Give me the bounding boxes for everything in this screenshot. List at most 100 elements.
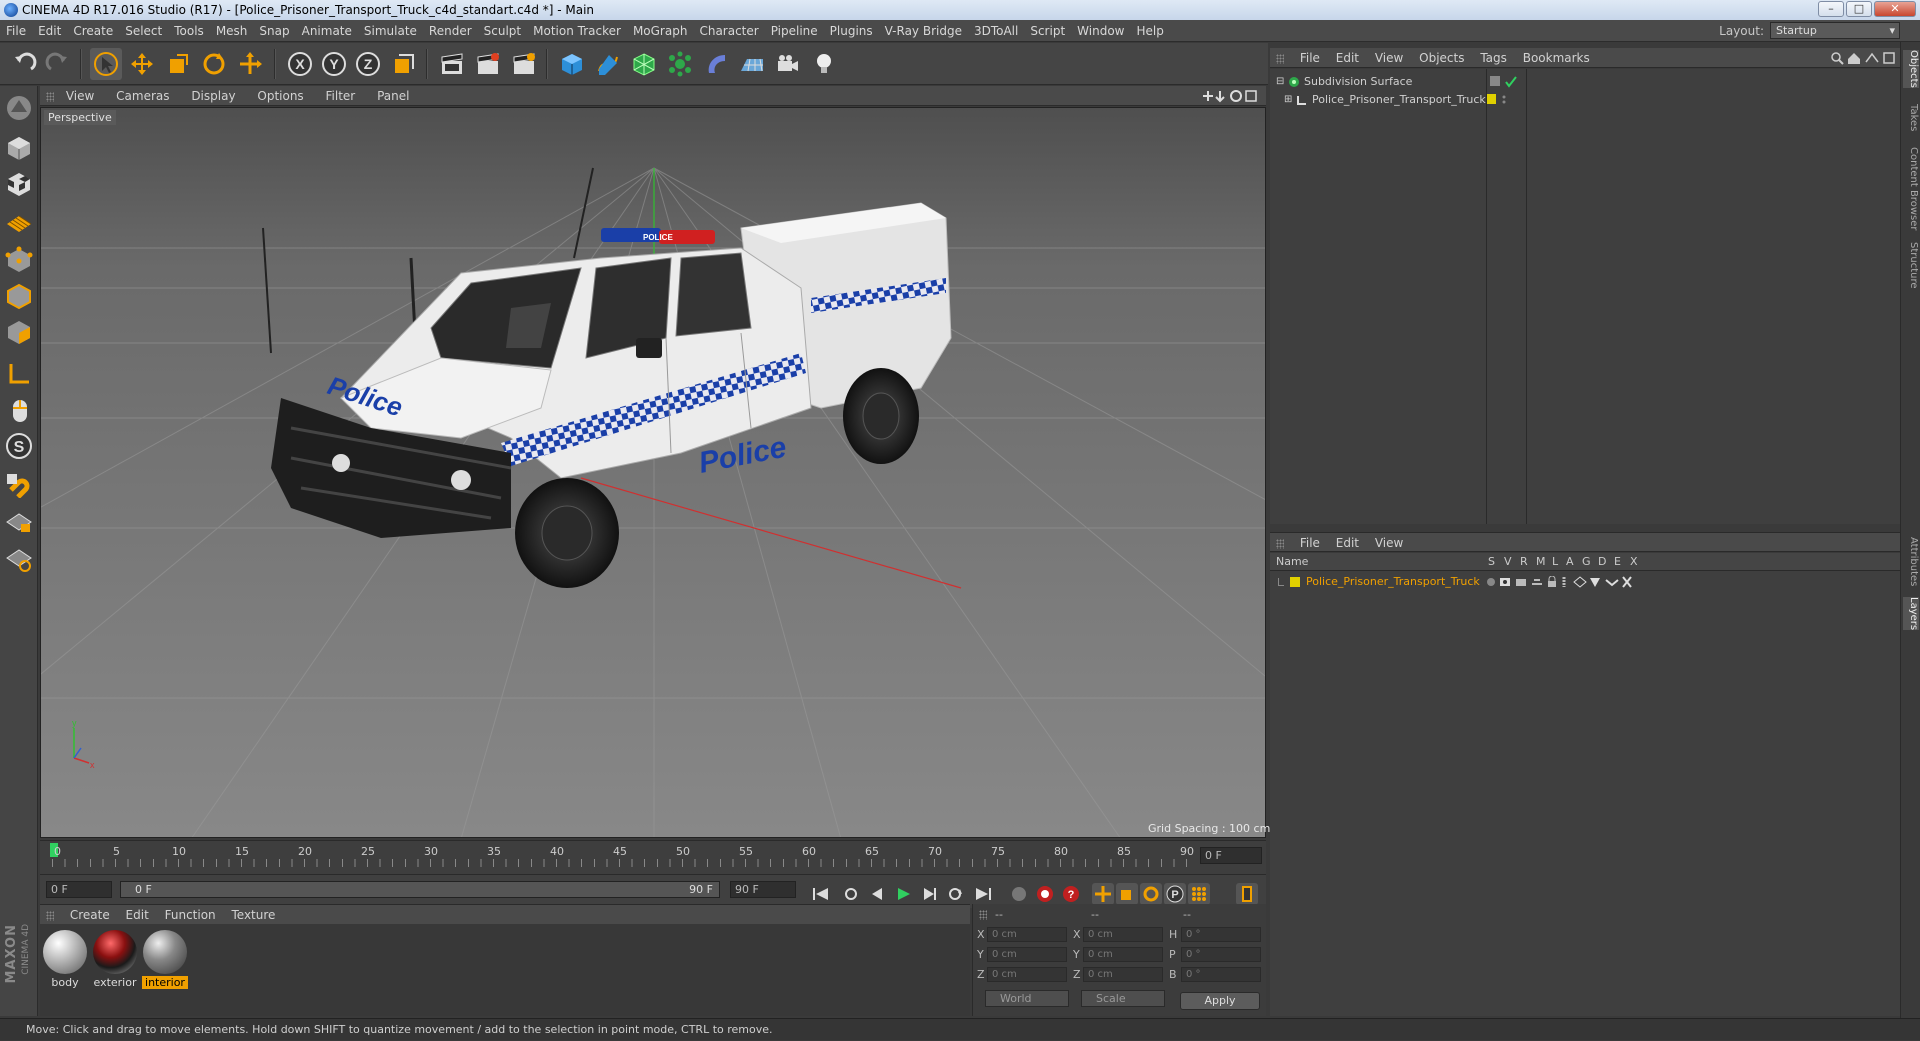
tab-content-browser[interactable]: Content Browser	[1903, 147, 1919, 230]
play-button[interactable]	[892, 883, 914, 905]
edges-mode-button[interactable]	[3, 280, 35, 312]
menu-simulate[interactable]: Simulate	[358, 20, 423, 42]
menu-vray-bridge[interactable]: V-Ray Bridge	[879, 20, 968, 42]
light-object-button[interactable]	[808, 48, 840, 80]
layer-color-tag[interactable]	[1486, 94, 1520, 106]
position-y-field[interactable]: 0 cm	[987, 947, 1067, 962]
mograph-cloner-button[interactable]	[664, 48, 696, 80]
panel-grip[interactable]	[979, 910, 987, 920]
render-picture-viewer-button[interactable]	[472, 48, 504, 80]
layer-color-swatch[interactable]	[1290, 577, 1300, 587]
tab-objects[interactable]: Objects	[1903, 50, 1919, 88]
autokey-button[interactable]: ?	[1060, 883, 1082, 905]
floor-object-button[interactable]	[736, 48, 768, 80]
cube-object-button[interactable]	[556, 48, 588, 80]
camera-label[interactable]: Perspective	[44, 110, 116, 125]
material-menu-create[interactable]: Create	[70, 905, 110, 925]
column-manager[interactable]: M	[1536, 553, 1546, 571]
camera-object-button[interactable]	[772, 48, 804, 80]
column-animation[interactable]: A	[1566, 553, 1574, 571]
model-mode-button[interactable]	[3, 132, 35, 164]
rotation-h-field[interactable]: 0 °	[1181, 927, 1261, 942]
menu-edit[interactable]: Edit	[32, 20, 67, 42]
go-to-start-button[interactable]	[810, 883, 832, 905]
start-frame-field[interactable]: 0 F	[46, 881, 112, 898]
subdivision-surface-button[interactable]	[628, 48, 660, 80]
points-mode-button[interactable]	[3, 244, 35, 276]
viewport-menu-display[interactable]: Display	[191, 86, 245, 106]
panel-grip[interactable]	[46, 910, 54, 921]
position-x-field[interactable]: 0 cm	[987, 927, 1067, 942]
apply-button[interactable]: Apply	[1180, 992, 1260, 1010]
3d-viewport[interactable]: y x POLICE Police Police	[40, 107, 1266, 838]
object-menu-tags[interactable]: Tags	[1480, 48, 1507, 68]
object-visibility-toggles[interactable]	[1490, 76, 1524, 88]
column-solo[interactable]: S	[1488, 553, 1495, 571]
menu-create[interactable]: Create	[67, 20, 119, 42]
magnet-tool-button[interactable]	[3, 468, 35, 500]
menu-3dtoall[interactable]: 3DToAll	[968, 20, 1024, 42]
make-editable-button[interactable]	[3, 92, 35, 124]
viewport-menu-panel[interactable]: Panel	[377, 86, 419, 106]
size-y-field[interactable]: 0 cm	[1083, 947, 1163, 962]
menu-window[interactable]: Window	[1071, 20, 1130, 42]
material-menu-texture[interactable]: Texture	[231, 905, 275, 925]
object-manager-tools[interactable]	[1830, 50, 1896, 66]
rotate-tool-button[interactable]	[198, 48, 230, 80]
menu-script[interactable]: Script	[1024, 20, 1071, 42]
size-z-field[interactable]: 0 cm	[1083, 967, 1163, 982]
tab-attributes[interactable]: Attributes	[1903, 537, 1919, 586]
menu-mograph[interactable]: MoGraph	[627, 20, 694, 42]
transform-tool-button[interactable]	[234, 48, 266, 80]
layer-menu-view[interactable]: View	[1375, 533, 1403, 553]
menu-sculpt[interactable]: Sculpt	[478, 20, 527, 42]
column-deformers[interactable]: D	[1598, 553, 1606, 571]
key-scale-button[interactable]	[1116, 883, 1138, 905]
menu-tools[interactable]: Tools	[168, 20, 210, 42]
coordinate-system-button[interactable]	[388, 48, 420, 80]
x-axis-lock-button[interactable]: X	[284, 48, 316, 80]
menu-motion-tracker[interactable]: Motion Tracker	[527, 20, 627, 42]
snap-button[interactable]: S	[3, 430, 35, 462]
close-button[interactable]: ✕	[1874, 1, 1916, 17]
material-menu-edit[interactable]: Edit	[126, 905, 149, 925]
render-settings-button[interactable]	[508, 48, 540, 80]
key-position-button[interactable]	[1092, 883, 1114, 905]
collapse-toggle-icon[interactable]: ⊟	[1276, 73, 1286, 91]
layer-row-police-truck[interactable]: Police_Prisoner_Transport_Truck	[1270, 573, 1900, 591]
viewport-menu-filter[interactable]: Filter	[326, 86, 366, 106]
viewport-menu-cameras[interactable]: Cameras	[116, 86, 179, 106]
layout-select[interactable]: Startup	[1770, 22, 1900, 39]
menu-file[interactable]: File	[0, 20, 32, 42]
workplane-mode-button[interactable]	[3, 204, 35, 236]
move-tool-button[interactable]	[126, 48, 158, 80]
previous-key-button[interactable]	[840, 883, 862, 905]
key-rotation-button[interactable]	[1140, 883, 1162, 905]
end-frame-field[interactable]: 90 F	[730, 881, 796, 898]
tweak-mode-button[interactable]	[3, 394, 35, 426]
size-mode-select[interactable]: Scale	[1081, 990, 1165, 1007]
z-axis-lock-button[interactable]: Z	[352, 48, 384, 80]
next-key-button[interactable]	[944, 883, 966, 905]
layer-flag-icons[interactable]	[1486, 576, 1636, 588]
timeline-layout-button[interactable]	[1236, 883, 1258, 905]
menu-character[interactable]: Character	[693, 20, 764, 42]
timeline-ruler[interactable]: 0 5 10 15 20 25 30 35 40 45 50 55 60 65 …	[40, 840, 1266, 874]
material-exterior[interactable]: exterior	[92, 930, 138, 989]
deformer-button[interactable]	[700, 48, 732, 80]
column-view[interactable]: V	[1504, 553, 1512, 571]
minimize-button[interactable]: –	[1818, 1, 1844, 17]
menu-help[interactable]: Help	[1130, 20, 1169, 42]
next-frame-button[interactable]	[918, 883, 940, 905]
viewport-menu-options[interactable]: Options	[257, 86, 313, 106]
menu-render[interactable]: Render	[423, 20, 478, 42]
texture-mode-button[interactable]	[3, 168, 35, 200]
object-menu-view[interactable]: View	[1375, 48, 1403, 68]
object-menu-file[interactable]: File	[1300, 48, 1320, 68]
object-row-police-truck[interactable]: ⊞ Police_Prisoner_Transport_Truck	[1270, 91, 1900, 109]
spline-pen-button[interactable]	[592, 48, 624, 80]
undo-button[interactable]	[8, 48, 40, 80]
expand-toggle-icon[interactable]: ⊞	[1284, 91, 1294, 109]
tab-layers[interactable]: Layers	[1903, 597, 1919, 631]
material-interior[interactable]: interior	[142, 930, 188, 989]
